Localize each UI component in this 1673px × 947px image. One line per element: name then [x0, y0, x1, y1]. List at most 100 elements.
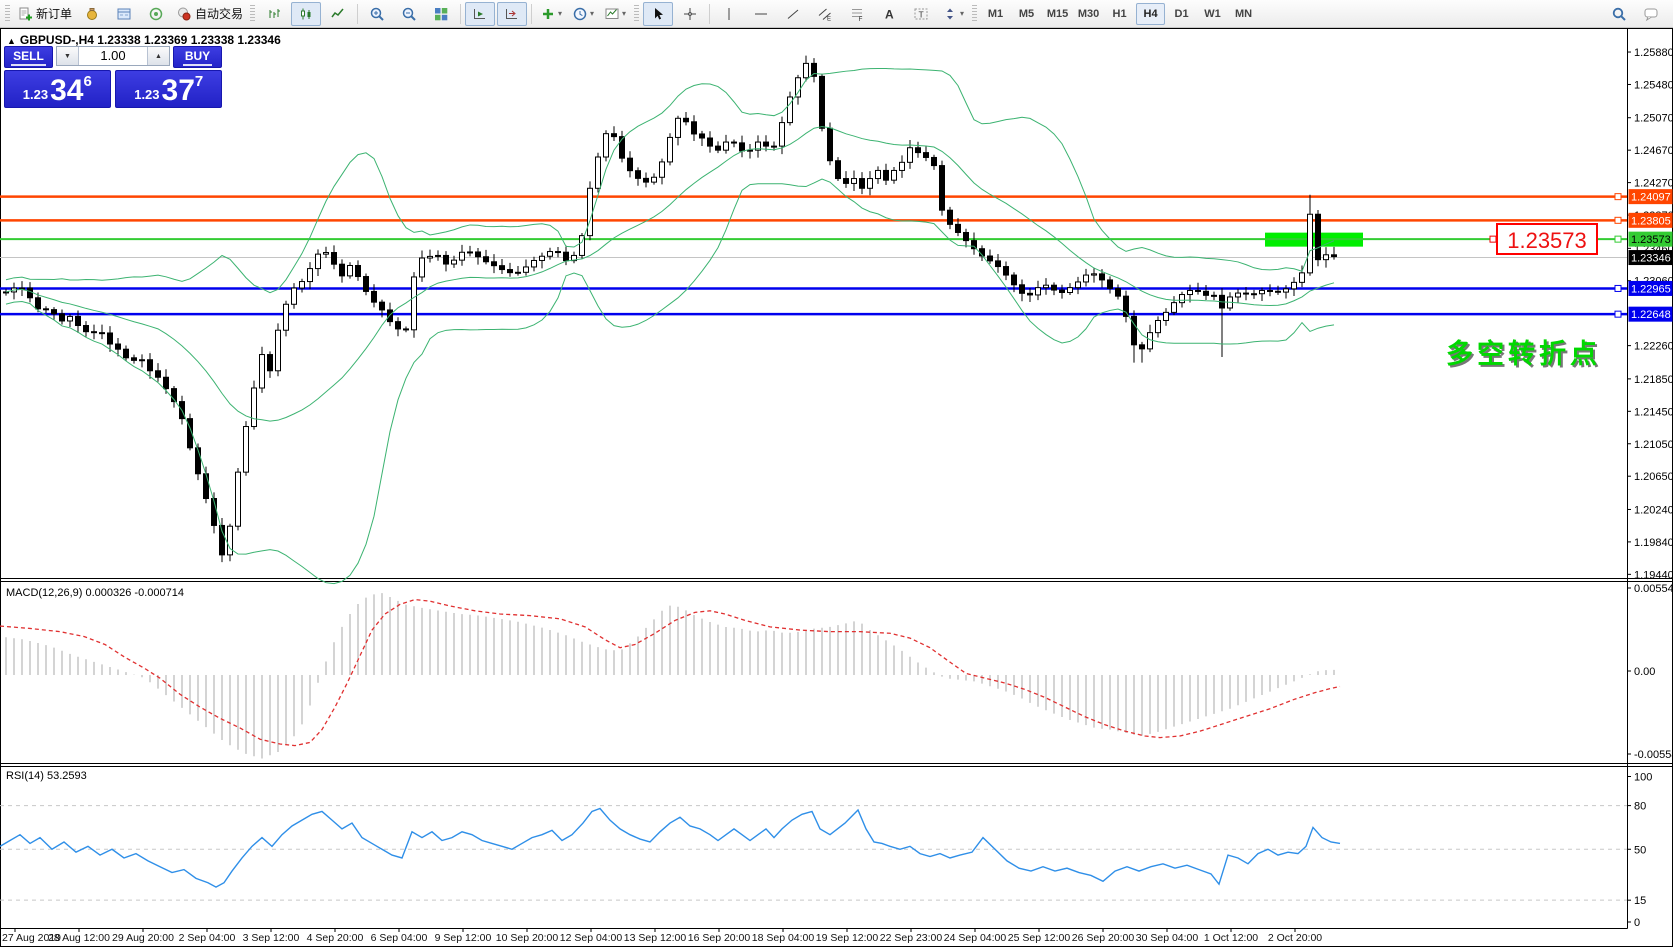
hline-tool-button[interactable]: [746, 2, 776, 26]
toolbar-grip[interactable]: [250, 4, 256, 23]
bars-icon: [269, 8, 281, 18]
svg-text:1.24670: 1.24670: [1634, 145, 1673, 157]
hline-icon: [755, 13, 768, 14]
vline-tool-button[interactable]: [714, 2, 744, 26]
auto-trading-label: 自动交易: [195, 7, 244, 21]
channel-icon: E: [818, 8, 831, 22]
svg-text:1.20650: 1.20650: [1634, 471, 1673, 483]
line-handle[interactable]: [1614, 310, 1622, 318]
label-tool-button[interactable]: T: [906, 2, 936, 26]
tf-m15-button[interactable]: M15: [1043, 3, 1072, 25]
tf-h4-button[interactable]: H4: [1136, 2, 1166, 25]
volume-stepper: ▼ 1.00 ▲: [56, 46, 170, 66]
fibonacci-tool-button[interactable]: F: [842, 2, 872, 26]
annotation-text[interactable]: 多空转折点: [1446, 338, 1601, 369]
templates-button[interactable]: ▾: [600, 2, 630, 26]
crosshair-tool-button[interactable]: [675, 2, 705, 26]
sell-price-display[interactable]: 1.23 34 6: [4, 70, 111, 108]
template-icon: [605, 8, 619, 19]
sell-button-label: SELL: [11, 49, 46, 66]
one-click-trading-panel: SELL ▼ 1.00 ▲ BUY 1.23 34 6 1.23 37 7: [4, 46, 222, 110]
tf-d1-button[interactable]: D1: [1167, 3, 1196, 25]
buy-price-display[interactable]: 1.23 37 7: [115, 70, 222, 108]
svg-text:1.23573: 1.23573: [1507, 228, 1587, 253]
svg-text:1.21850: 1.21850: [1634, 374, 1673, 386]
tf-m5-button[interactable]: M5: [1012, 3, 1041, 25]
line-handle[interactable]: [1614, 216, 1622, 224]
svg-text:1.19440: 1.19440: [1634, 569, 1673, 581]
volume-increase-button[interactable]: ▲: [147, 47, 169, 65]
tile-windows-button[interactable]: [426, 2, 456, 26]
auto-scroll-button[interactable]: [465, 1, 496, 26]
svg-text:0.005543: 0.005543: [1634, 583, 1673, 595]
volume-decrease-button[interactable]: ▼: [57, 47, 79, 65]
collapse-icon[interactable]: ▲: [7, 36, 16, 46]
svg-text:50: 50: [1634, 844, 1646, 856]
tf-mn-button[interactable]: MN: [1229, 3, 1258, 25]
line-handle[interactable]: [1614, 284, 1622, 292]
symbol-ohlc-bar: ▲ GBPUSD-,H4 1.23338 1.23369 1.23338 1.23…: [7, 33, 281, 47]
svg-text:1.21450: 1.21450: [1634, 406, 1673, 418]
data-window-button[interactable]: [109, 2, 139, 26]
autotrading-icon: [178, 7, 191, 20]
sell-button[interactable]: SELL: [4, 46, 53, 68]
svg-text:13 Sep 12:00: 13 Sep 12:00: [624, 932, 687, 944]
trendline-tool-button[interactable]: [778, 2, 808, 26]
svg-text:12 Sep 04:00: 12 Sep 04:00: [560, 932, 623, 944]
cursor-icon: [655, 7, 664, 19]
price-callout[interactable]: 1.23573: [1496, 223, 1598, 255]
tile-icon: [435, 7, 448, 20]
crosshair-icon: [684, 7, 697, 20]
svg-text:E: E: [827, 16, 831, 22]
toolbar-grip[interactable]: [5, 4, 10, 23]
zoomin-icon: [370, 7, 384, 21]
svg-text:9 Sep 12:00: 9 Sep 12:00: [435, 932, 492, 944]
auto-trading-button[interactable]: 自动交易: [173, 2, 246, 26]
search-button[interactable]: [1604, 2, 1634, 26]
chart-canvas[interactable]: 1.258801.254801.250701.246701.242701.238…: [0, 0, 1673, 947]
periods-button[interactable]: ▾: [568, 2, 598, 26]
chevron-down-icon[interactable]: ▾: [590, 9, 594, 18]
chart-shift-button[interactable]: [497, 1, 528, 26]
chat-button[interactable]: [1636, 2, 1666, 26]
datawin-icon: [117, 8, 131, 19]
zoom-out-button[interactable]: [394, 2, 424, 26]
tf-w1-button[interactable]: W1: [1198, 3, 1227, 25]
chevron-down-icon[interactable]: ▾: [622, 9, 626, 18]
macd-label: MACD(12,26,9) 0.000326 -0.000714: [6, 587, 184, 599]
volume-input[interactable]: 1.00: [79, 47, 147, 65]
tf-m30-button[interactable]: M30: [1074, 3, 1103, 25]
bar-chart-mode-button[interactable]: [259, 2, 289, 26]
svg-text:10 Sep 20:00: 10 Sep 20:00: [496, 932, 559, 944]
candle-chart-mode-button[interactable]: [291, 1, 322, 26]
new-order-button[interactable]: 新订单: [14, 2, 75, 26]
toolbar-grip[interactable]: [634, 4, 640, 23]
tf-h1-button[interactable]: H1: [1105, 3, 1134, 25]
chevron-down-icon[interactable]: ▾: [960, 9, 964, 18]
shift-icon: [506, 8, 518, 19]
chart-window: 1.258801.254801.250701.246701.242701.238…: [0, 0, 1673, 947]
signals-button[interactable]: [141, 2, 171, 26]
order-icon: [19, 7, 32, 20]
shapes-tool-button[interactable]: ▾: [938, 2, 968, 26]
indicators-button[interactable]: ▾: [536, 2, 566, 26]
tf-m1-button[interactable]: M1: [981, 3, 1010, 25]
line-chart-mode-button[interactable]: [323, 2, 353, 26]
zoom-in-button[interactable]: [362, 2, 392, 26]
svg-text:3 Sep 12:00: 3 Sep 12:00: [243, 932, 300, 944]
market-watch-button[interactable]: [77, 2, 107, 26]
svg-text:1.25480: 1.25480: [1634, 79, 1673, 91]
svg-text:-0.005583: -0.005583: [1634, 749, 1673, 761]
svg-text:28 Aug 12:00: 28 Aug 12:00: [48, 932, 110, 944]
buy-button[interactable]: BUY: [173, 46, 222, 68]
symbol-ohlc-text: GBPUSD-,H4 1.23338 1.23369 1.23338 1.233…: [19, 33, 281, 47]
line-handle[interactable]: [1614, 193, 1622, 201]
text-tool-button[interactable]: A: [874, 2, 904, 26]
channel-tool-button[interactable]: E: [810, 2, 840, 26]
cursor-tool-button[interactable]: [643, 1, 674, 26]
svg-text:15: 15: [1634, 895, 1646, 907]
toolbar-grip[interactable]: [972, 4, 978, 23]
signals-icon: [149, 7, 163, 20]
line-handle[interactable]: [1614, 235, 1622, 243]
chevron-down-icon[interactable]: ▾: [558, 9, 562, 18]
